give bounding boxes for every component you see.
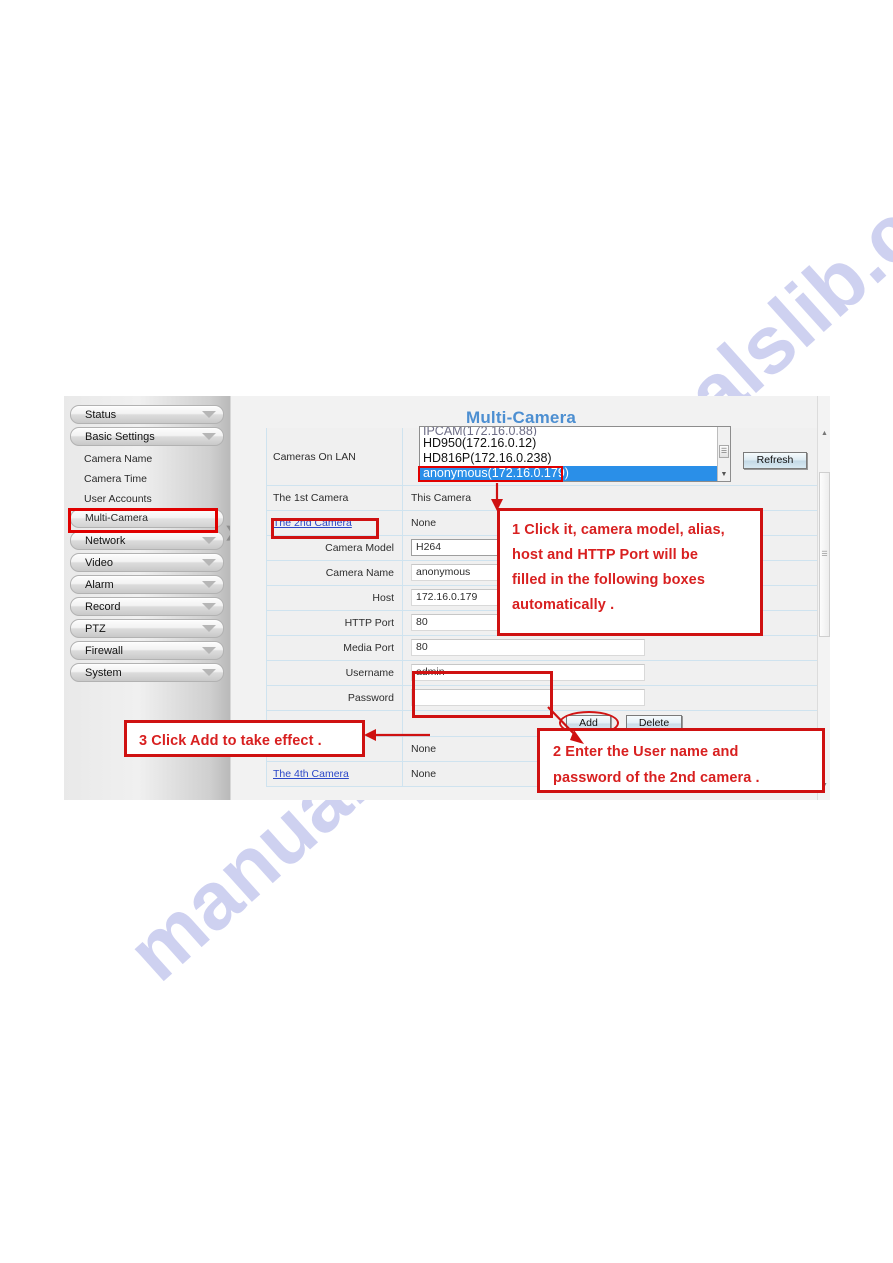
label-media-port: Media Port	[266, 636, 403, 660]
cell-media-port: 80	[403, 636, 818, 660]
chevron-down-icon	[202, 581, 216, 588]
callout-line: host and HTTP Port will be	[512, 547, 699, 563]
label-camera-name: Camera Name	[266, 561, 403, 585]
label-password: Password	[266, 686, 403, 710]
sidebar-item-record[interactable]: Record	[70, 597, 224, 616]
list-item[interactable]: IPCAM(172.16.0.88)	[420, 427, 730, 436]
chevron-down-icon	[202, 647, 216, 654]
list-item[interactable]: HD950(172.16.0.12)	[420, 436, 730, 451]
callout-step-1: 1 Click it, camera model, alias, host an…	[497, 508, 763, 636]
page-scrollbar-thumb[interactable]: ☰	[819, 472, 830, 637]
sidebar-item-label: PTZ	[85, 623, 106, 635]
chevron-down-icon	[202, 433, 216, 440]
table-row-media-port: Media Port 80	[266, 636, 818, 661]
label-username: Username	[266, 661, 403, 685]
chevron-down-icon	[202, 603, 216, 610]
chevron-down-icon	[202, 625, 216, 632]
sidebar-item-firewall[interactable]: Firewall	[70, 641, 224, 660]
label-cameras-on-lan: Cameras On LAN	[266, 428, 403, 485]
label-http-port: HTTP Port	[266, 611, 403, 635]
sidebar-item-alarm[interactable]: Alarm	[70, 575, 224, 594]
link-4th-camera[interactable]: The 4th Camera	[273, 768, 349, 780]
highlight-username-password	[412, 671, 553, 718]
sidebar-item-network[interactable]: Network	[70, 531, 224, 550]
callout-step-3: 3 Click Add to take effect .	[124, 720, 365, 757]
media-port-input[interactable]: 80	[411, 639, 645, 656]
sidebar-item-label: Record	[85, 601, 121, 613]
sidebar-item-camera-name[interactable]: Camera Name	[70, 449, 224, 469]
sidebar-item-label: Video	[85, 557, 113, 569]
refresh-button[interactable]: Refresh	[743, 452, 807, 469]
page-title: Multi-Camera	[465, 408, 577, 427]
label-1st-camera: The 1st Camera	[266, 486, 403, 510]
highlight-selected-camera	[418, 466, 563, 482]
sidebar-item-basic-settings[interactable]: Basic Settings	[70, 427, 224, 446]
sidebar-item-label: Alarm	[85, 579, 114, 591]
sidebar-item-label: Firewall	[85, 645, 123, 657]
sidebar-item-status[interactable]: Status	[70, 405, 224, 424]
callout-step-2: 2 Enter the User name and password of th…	[537, 728, 825, 793]
sidebar-item-label: Status	[85, 409, 117, 421]
callout-line: password of the 2nd camera .	[553, 770, 760, 786]
sidebar-item-label: System	[85, 667, 122, 679]
sidebar-menu: Status Basic Settings Camera Name Camera…	[70, 405, 224, 685]
callout-line: automatically .	[512, 597, 615, 613]
chevron-down-icon	[202, 559, 216, 566]
sidebar-item-label: Network	[85, 535, 126, 547]
sidebar-item-ptz[interactable]: PTZ	[70, 619, 224, 638]
value-1st-camera: This Camera	[403, 486, 818, 510]
sidebar-item-video[interactable]: Video	[70, 553, 224, 572]
chevron-down-icon	[202, 411, 216, 418]
sidebar-item-system[interactable]: System	[70, 663, 224, 682]
callout-line: filled in the following boxes	[512, 572, 706, 588]
label-camera-model: Camera Model	[266, 536, 403, 560]
scroll-up-icon[interactable]: ▲	[820, 429, 829, 438]
label-host: Host	[266, 586, 403, 610]
sidebar-item-camera-time[interactable]: Camera Time	[70, 469, 224, 489]
chevron-down-icon	[202, 537, 216, 544]
sidebar-item-user-accounts[interactable]: User Accounts	[70, 489, 224, 509]
chevron-down-icon	[202, 669, 216, 676]
scrollbar-thumb[interactable]: ☰	[719, 445, 729, 458]
label-4th-camera-cell: The 4th Camera	[266, 762, 403, 786]
scroll-down-icon[interactable]: ▼	[719, 470, 729, 480]
callout-line: 1 Click it, camera model, alias,	[512, 522, 725, 538]
listbox-scrollbar[interactable]: ☰ ▼	[717, 427, 730, 481]
sidebar-item-label: Basic Settings	[85, 431, 155, 443]
highlight-multi-camera	[68, 508, 218, 533]
callout-line: 2 Enter the User name and	[553, 744, 739, 760]
callout-line: 3 Click Add to take effect .	[139, 733, 322, 749]
list-item[interactable]: HD816P(172.16.0.238)	[420, 451, 730, 466]
highlight-2nd-camera-link	[271, 518, 379, 539]
